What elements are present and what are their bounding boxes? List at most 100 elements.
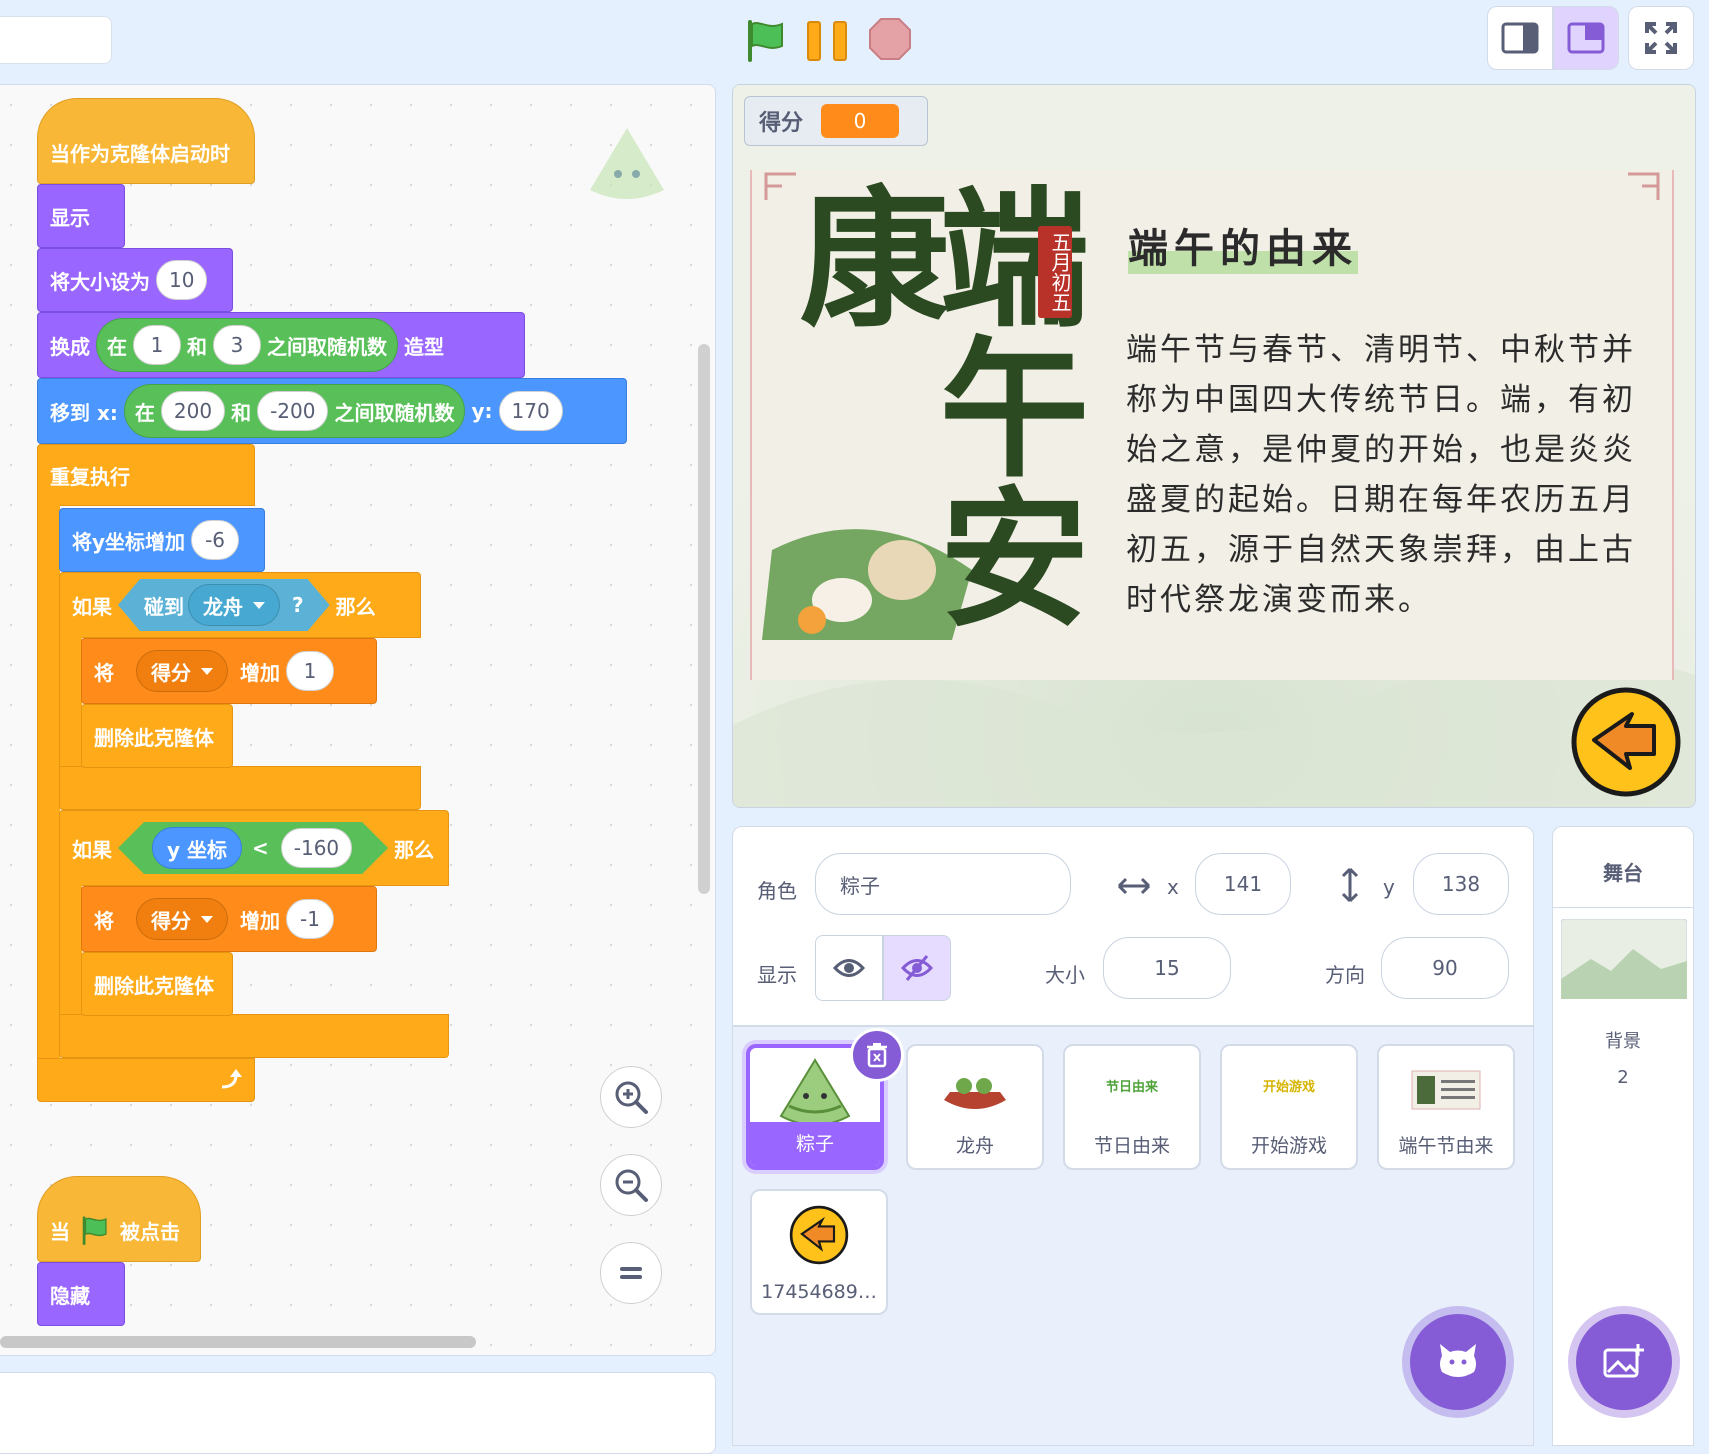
then-label: 那么 [335,594,376,619]
variable-name: 得分 [151,660,191,685]
if-arm [59,637,82,767]
touching-label: 碰到 [144,594,184,619]
if-y-less-block[interactable]: 如果 y 坐标 < -160 那么 [59,810,449,886]
rand-to-input[interactable]: 3 [213,325,261,365]
project-title-input[interactable] [0,16,112,64]
y-position-reporter[interactable]: y 坐标 [152,827,242,869]
size-label: 大小 [1045,963,1085,987]
size-input[interactable]: 15 [1103,937,1231,999]
if-label: 如果 [72,837,112,862]
goto-xy-block[interactable]: 移到 x: 在 200 和 -200 之间取随机数 y: 170 [37,378,627,444]
sprite-name-input[interactable]: 粽子 [815,853,1071,915]
change-by-input[interactable]: 1 [286,651,334,691]
direction-label: 方向 [1325,963,1365,987]
random-reporter[interactable]: 在 200 和 -200 之间取随机数 [123,384,466,438]
vertical-scrollbar[interactable] [698,344,710,894]
if-touching-block[interactable]: 如果 碰到 龙舟 ? 那么 [59,572,421,638]
when-start-as-clone-hat[interactable]: 当作为克隆体启动时 [37,98,255,184]
touching-target-dropdown[interactable]: 龙舟 [188,584,280,626]
hide-label: 隐藏 [50,1283,90,1308]
horizontal-scrollbar[interactable] [0,1336,476,1348]
fullscreen-button[interactable] [1628,6,1694,70]
when-flag-clicked-hat[interactable]: 当 被点击 [37,1176,201,1262]
zoom-in-button[interactable] [600,1066,662,1128]
change-y-block[interactable]: 将y坐标增加 -6 [59,508,265,572]
forever-bottom [37,1058,255,1102]
sprite-tile-start-game[interactable]: 开始游戏 开始游戏 [1220,1044,1358,1170]
next-arrow-button[interactable] [1570,686,1682,802]
delete-clone-block[interactable]: 删除此克隆体 [81,704,233,768]
rand-and-label: 和 [187,334,207,359]
rand-from-input[interactable]: 1 [133,325,181,365]
green-flag-icon [82,1216,107,1245]
when-label: 当 [50,1219,70,1244]
add-backdrop-button[interactable] [1576,1314,1672,1410]
y-value: 138 [1441,872,1481,896]
compare-input[interactable]: -160 [281,828,352,868]
y-input[interactable]: 138 [1413,853,1509,915]
score-monitor[interactable]: 得分 0 [744,96,928,146]
less-than-boolean[interactable]: y 坐标 < -160 [118,822,388,874]
direction-value: 90 [1432,956,1458,980]
change-score-block[interactable]: 将 得分 增加 1 [81,638,377,704]
add-sprite-button[interactable] [1410,1314,1506,1410]
rand-label: 之间取随机数 [334,400,455,425]
change-by-input[interactable]: -1 [286,899,334,939]
code-bottom-bar [0,1372,716,1454]
normal-stage-button[interactable] [1553,6,1619,70]
image-add-icon [1603,1344,1644,1378]
rand-to-input[interactable]: -200 [257,391,329,431]
sprite-tile-label: 粽子 [750,1122,880,1166]
sprite-name-value: 粽子 [840,873,880,898]
trash-icon [867,1043,887,1068]
chevron-down-icon [201,915,213,923]
x-input[interactable]: 141 [1195,853,1291,915]
green-flag-icon [748,20,783,62]
switch-costume-block[interactable]: 换成 在 1 和 3 之间取随机数 造型 [37,312,525,378]
change-y-input[interactable]: -6 [191,520,240,560]
sprite-tile-dragon-boat[interactable]: 龙舟 [906,1044,1044,1170]
pause-button[interactable] [806,20,850,66]
green-flag-button[interactable] [744,18,788,66]
hide-block[interactable]: 隐藏 [37,1262,125,1326]
zoom-out-button[interactable] [600,1154,662,1216]
sprite-tile-arrow[interactable]: 17454689… [750,1189,888,1315]
variable-dropdown[interactable]: 得分 [136,650,228,692]
small-stage-icon [1501,22,1539,54]
forever-label: 重复执行 [50,464,130,489]
random-reporter[interactable]: 在 1 和 3 之间取随机数 [96,318,398,372]
touching-boolean[interactable]: 碰到 龙舟 ? [118,579,330,631]
forever-block[interactable]: 重复执行 [37,444,255,506]
rand-from-input[interactable]: 200 [160,391,226,431]
change-by-label: 增加 [240,908,280,933]
horizontal-arrows-icon [1117,877,1151,895]
x-label: x [1167,875,1179,899]
hide-sprite-toggle[interactable] [883,935,951,1001]
delete-sprite-button[interactable] [850,1028,904,1082]
zoom-reset-button[interactable] [600,1242,662,1304]
sprite-tile-label: 端午节由来 [1398,1135,1494,1157]
eye-icon [833,959,865,977]
stop-button[interactable] [868,17,912,65]
set-size-block[interactable]: 将大小设为 10 [37,248,233,312]
y-input[interactable]: 170 [498,391,563,431]
cat-add-icon [1440,1344,1476,1377]
small-stage-button[interactable] [1487,6,1553,70]
sprite-tile-festival-origin[interactable]: 节日由来 节日由来 [1063,1044,1201,1170]
variable-dropdown[interactable]: 得分 [136,898,228,940]
change-var-label: 将 [94,908,114,933]
pause-icon [807,21,847,61]
size-input[interactable]: 10 [156,260,208,300]
monitor-label: 得分 [759,111,804,136]
sprite-tile-label: 17454689… [761,1281,877,1303]
x-value: 141 [1223,872,1263,896]
change-score-block[interactable]: 将 得分 增加 -1 [81,886,377,952]
direction-input[interactable]: 90 [1381,937,1509,999]
show-sprite-toggle[interactable] [815,935,883,1001]
sprite-thumb-text: 节日由来 [1105,1080,1158,1095]
poster-body-text: 端午节与春节、清明节、中秋节并称为中国四大传统节日。端，有初始之意，是仲夏的开始… [1126,332,1636,618]
sprite-info-panel: 角色 粽子 x 141 y 138 显示 大小 15 方向 90 [732,826,1534,1026]
delete-clone-block[interactable]: 删除此克隆体 [81,952,233,1016]
show-block[interactable]: 显示 [37,184,125,248]
sprite-tile-dragon-boat-origin[interactable]: 端午节由来 [1377,1044,1515,1170]
